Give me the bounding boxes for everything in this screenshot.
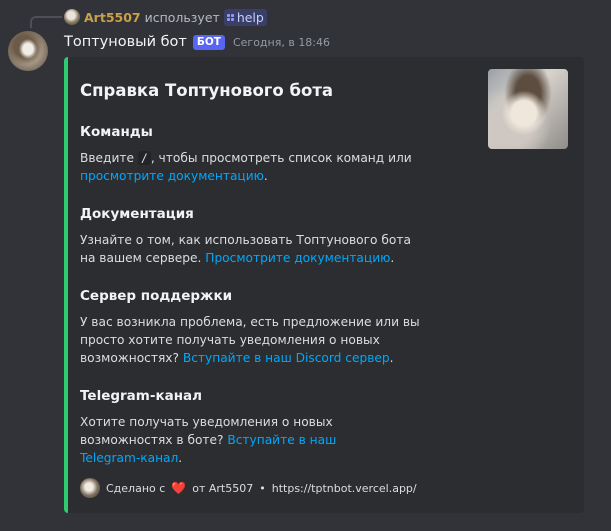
slash-code: / [137,151,151,165]
field-support-server: Сервер поддержки У вас возникла проблема… [80,287,420,367]
field-name: Документация [80,206,194,222]
footer-made-with: Сделано с [106,481,166,495]
bot-badge: БОТ [192,34,225,50]
footer-author: от Art5507 [192,481,254,495]
docs-link[interactable]: Просмотрите документацию [205,251,390,265]
field-name: Сервер поддержки [80,288,233,304]
field-value: Введите /, чтобы просмотреть список кома… [80,149,420,185]
docs-link[interactable]: просмотрите документацию [80,169,264,183]
field-text: . [390,251,395,265]
field-name: Telegram-канал [80,388,203,404]
field-documentation: Документация Узнайте о том, как использо… [80,205,420,267]
field-commands: Команды Введите /, чтобы просмотреть спи… [80,123,420,185]
field-text: , чтобы просмотреть список команд или [150,151,412,165]
replied-user-avatar[interactable] [64,9,80,25]
bot-avatar[interactable] [8,31,48,71]
field-telegram: Telegram-канал Хотите получать уведомлен… [80,387,420,467]
bot-username[interactable]: Топтуновый бот [64,34,187,50]
command-name: help [236,9,264,25]
embed-title: Справка Топтунового бота [80,81,334,100]
field-text: . [389,351,394,365]
field-text: Введите [80,151,134,165]
heart-icon: ❤️ [171,481,187,495]
footer-url: https://tptnbot.vercel.app/ [271,481,417,495]
replied-username[interactable]: Art5507 [84,10,141,25]
reply-verb: использует [144,9,220,25]
message-header: Топтуновый бот БОТ Сегодня, в 18:46 [64,32,330,52]
slash-command-icon [226,13,234,21]
field-value: Хотите получать уведомления о новых возм… [80,413,390,467]
field-value: Узнайте о том, как использовать Топтунов… [80,231,420,267]
field-value: У вас возникла проблема, есть предложени… [80,313,420,367]
field-text: . [263,169,268,183]
field-text: . [178,451,183,465]
discord-server-link[interactable]: Вступайте в наш Discord сервер [183,351,390,365]
reply-spine [30,16,62,28]
embed-thumbnail[interactable] [488,69,568,149]
footer-separator: • [259,481,266,495]
embed-footer: Сделано с ❤️ от Art5507 • https://tptnbo… [80,478,417,498]
help-embed: Справка Топтунового бота Команды Введите… [64,57,584,513]
footer-icon [80,478,100,498]
message-timestamp[interactable]: Сегодня, в 18:46 [233,36,330,49]
reply-context[interactable]: Art5507 использует help [64,8,267,26]
field-name: Команды [80,124,153,140]
command-mention[interactable]: help [223,8,267,26]
